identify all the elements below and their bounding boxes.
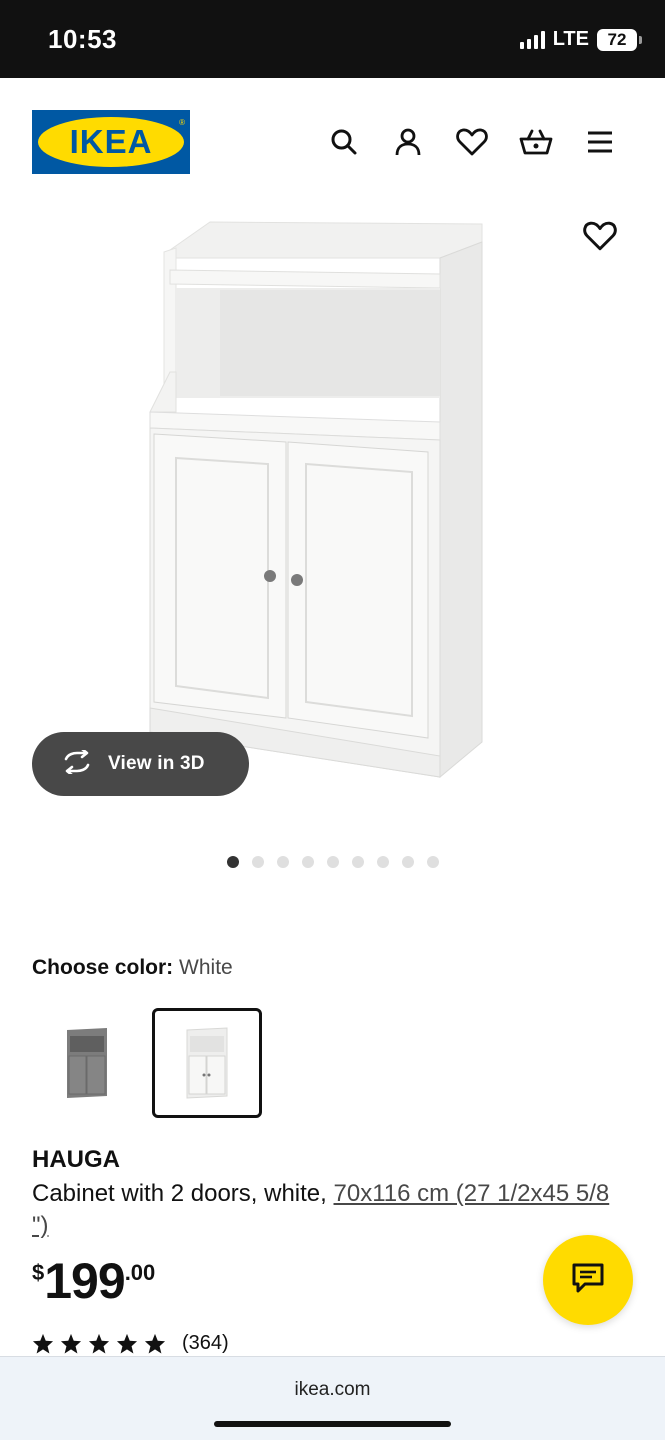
ikea-logo[interactable]: IKEA ®	[32, 110, 190, 174]
choose-color-label: Choose color:	[32, 956, 174, 979]
star-icon	[144, 1333, 166, 1354]
rotate-3d-icon	[60, 747, 94, 779]
star-icon	[60, 1333, 82, 1354]
review-count: (364)	[182, 1332, 229, 1354]
logo-oval: IKEA	[38, 117, 184, 167]
color-swatch-gray[interactable]	[32, 1008, 142, 1118]
product-image	[149, 221, 483, 779]
carousel-dot[interactable]	[426, 856, 439, 868]
product-type: Cabinet with 2 doors, white,	[32, 1180, 327, 1207]
star-icon	[116, 1333, 138, 1354]
battery-level: 72	[607, 29, 627, 49]
carousel-dot[interactable]	[226, 856, 239, 868]
price-integer: 199	[44, 1253, 125, 1309]
home-indicator[interactable]	[214, 1421, 451, 1427]
search-icon[interactable]	[327, 125, 361, 159]
view-in-3d-button[interactable]: View in 3D	[32, 732, 249, 796]
status-time: 10:53	[48, 24, 117, 54]
signal-icon	[519, 30, 545, 49]
basket-icon[interactable]	[519, 125, 553, 159]
product-description: Cabinet with 2 doors, white, 70x116 cm (…	[32, 1178, 632, 1242]
star-icon	[88, 1333, 110, 1354]
view-in-3d-label: View in 3D	[108, 753, 205, 774]
product-gallery[interactable]: View in 3D	[0, 198, 665, 818]
price-decimal: .00	[124, 1260, 156, 1285]
color-swatch-white[interactable]	[152, 1008, 262, 1118]
chat-button[interactable]	[543, 1235, 633, 1325]
carousel-pagination	[0, 856, 665, 868]
selected-color-value: White	[179, 956, 233, 979]
carousel-dot[interactable]	[301, 856, 314, 868]
favorite-heart-icon[interactable]	[583, 220, 617, 254]
network-type: LTE	[552, 28, 589, 50]
url-text: ikea.com	[294, 1379, 371, 1400]
status-bar: 10:53 LTE 72	[0, 0, 665, 78]
menu-icon[interactable]	[583, 125, 617, 159]
status-indicators: LTE 72	[519, 28, 642, 51]
carousel-dot[interactable]	[251, 856, 264, 868]
battery-icon: 72	[597, 28, 642, 51]
heart-icon[interactable]	[455, 125, 489, 159]
product-rating[interactable]: (364)	[32, 1332, 229, 1355]
rating-stars	[32, 1333, 166, 1354]
registered-mark-icon: ®	[179, 118, 185, 127]
color-selector-label: Choose color: White	[32, 956, 233, 980]
browser-address-bar[interactable]: ikea.com	[0, 1356, 665, 1440]
star-icon	[32, 1333, 54, 1354]
product-price: $ 199 .00	[32, 1254, 155, 1308]
carousel-dot[interactable]	[376, 856, 389, 868]
product-name: HAUGA	[32, 1146, 120, 1173]
carousel-dot[interactable]	[401, 856, 414, 868]
carousel-dot[interactable]	[326, 856, 339, 868]
logo-text: IKEA	[69, 123, 153, 160]
site-header: IKEA ®	[0, 78, 665, 198]
price-currency: $	[32, 1260, 45, 1285]
chat-bubble-icon	[571, 1262, 605, 1299]
account-icon[interactable]	[391, 125, 425, 159]
carousel-dot[interactable]	[351, 856, 364, 868]
carousel-dot[interactable]	[276, 856, 289, 868]
